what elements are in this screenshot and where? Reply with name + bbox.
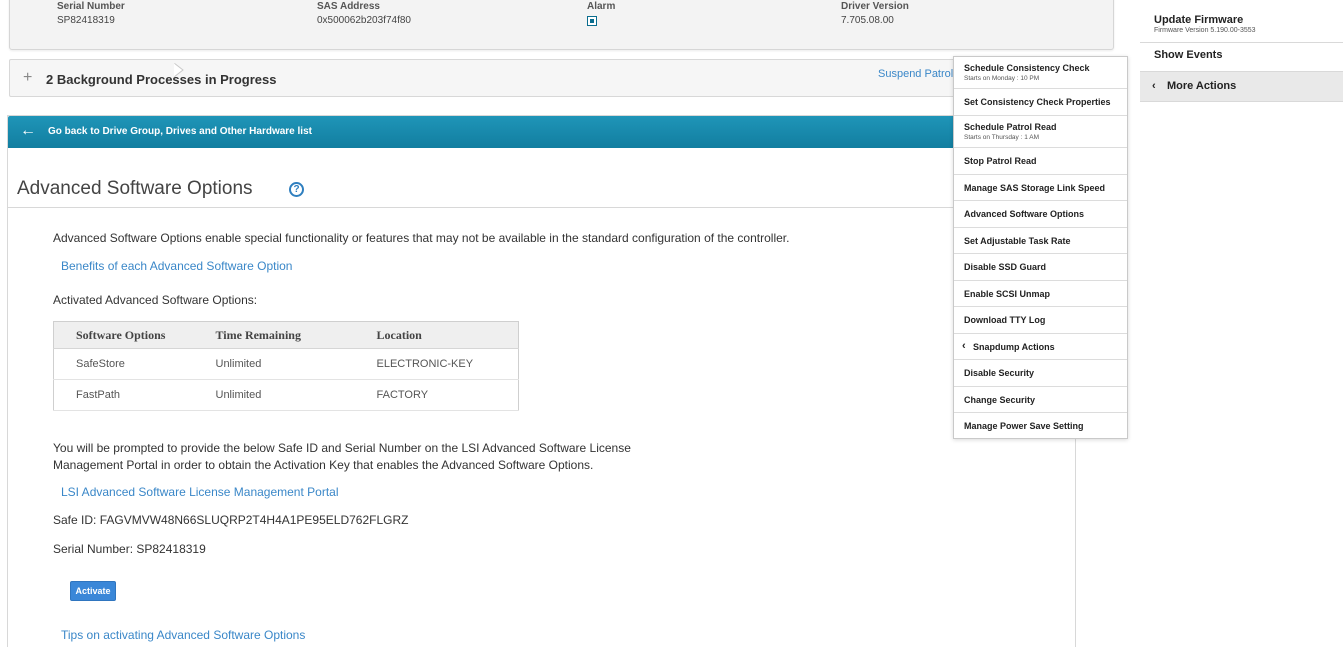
right-action-sidebar: Update Firmware Firmware Version 5.190.0…	[1140, 0, 1343, 102]
menu-item-label[interactable]: Schedule Consistency Check	[964, 63, 1090, 73]
table-cell-location: FACTORY	[363, 379, 519, 411]
menu-item-snapdump-actions[interactable]: ‹ Snapdump Actions	[954, 334, 1127, 360]
driver-version-field: Driver Version 7.705.08.00	[841, 1, 909, 27]
help-icon[interactable]: ?	[289, 182, 304, 197]
update-firmware-label[interactable]: Update Firmware	[1154, 14, 1243, 26]
menu-item-change-security[interactable]: Change Security	[954, 387, 1127, 413]
serial-number-field: Serial Number SP82418319	[57, 1, 125, 27]
serial-number-value: SP82418319	[57, 15, 115, 26]
safe-id-text: Safe ID: FAGVMVW48N66SLUQRP2T4H4A1PE95EL…	[53, 513, 409, 527]
menu-item-label[interactable]: Manage SAS Storage Link Speed	[964, 183, 1105, 193]
driver-version-label: Driver Version	[841, 1, 909, 12]
menu-item-manage-sas-link-speed[interactable]: Manage SAS Storage Link Speed	[954, 175, 1127, 201]
menu-item-schedule-patrol-read[interactable]: Schedule Patrol Read Starts on Thursday …	[954, 116, 1127, 148]
serial-number-label: Serial Number	[57, 1, 125, 12]
benefits-link[interactable]: Benefits of each Advanced Software Optio…	[61, 259, 292, 273]
expand-plus-icon[interactable]: +	[23, 69, 32, 87]
show-events-item[interactable]: Show Events	[1140, 43, 1343, 72]
update-firmware-item[interactable]: Update Firmware Firmware Version 5.190.0…	[1140, 0, 1343, 43]
more-actions-item[interactable]: ‹ More Actions	[1140, 72, 1343, 102]
chevron-left-icon: ‹	[1152, 80, 1156, 92]
alarm-label: Alarm	[587, 1, 616, 12]
menu-item-label[interactable]: Manage Power Save Setting	[964, 421, 1084, 431]
license-portal-link[interactable]: LSI Advanced Software License Management…	[61, 485, 339, 499]
back-link[interactable]: Go back to Drive Group, Drives and Other…	[48, 126, 312, 137]
serial-number-text: Serial Number: SP82418319	[53, 542, 206, 556]
back-arrow-icon[interactable]: ←	[20, 122, 36, 140]
menu-item-label[interactable]: Snapdump Actions	[973, 342, 1055, 352]
suspend-patrol-link[interactable]: Suspend Patrol	[878, 68, 953, 80]
page-title: Advanced Software Options	[17, 178, 253, 199]
menu-item-sublabel: Starts on Monday : 10 PM	[964, 75, 1040, 82]
alarm-field: Alarm	[587, 1, 615, 29]
menu-item-set-adjustable-task-rate[interactable]: Set Adjustable Task Rate	[954, 228, 1127, 254]
background-processes-title[interactable]: 2 Background Processes in Progress	[46, 72, 276, 87]
prompt-text-line2: Management Portal in order to obtain the…	[53, 458, 594, 472]
advanced-software-options-panel: ← Go back to Drive Group, Drives and Oth…	[7, 115, 1076, 647]
menu-item-sublabel: Starts on Thursday : 1 AM	[964, 134, 1040, 141]
table-cell-time: Unlimited	[193, 348, 364, 380]
menu-item-disable-security[interactable]: Disable Security	[954, 360, 1127, 387]
sas-address-field: SAS Address 0x500062b203f74f80	[317, 1, 411, 27]
menu-item-label[interactable]: Set Adjustable Task Rate	[964, 236, 1071, 246]
menu-item-disable-ssd-guard[interactable]: Disable SSD Guard	[954, 254, 1127, 281]
menu-item-label[interactable]: Enable SCSI Unmap	[964, 289, 1050, 299]
menu-item-label[interactable]: Set Consistency Check Properties	[964, 97, 1111, 107]
menu-item-set-consistency-check-properties[interactable]: Set Consistency Check Properties	[954, 89, 1127, 116]
activated-options-heading: Activated Advanced Software Options:	[53, 293, 258, 307]
column-header-time-remaining[interactable]: Time Remaining	[193, 321, 364, 349]
menu-item-label[interactable]: Change Security	[964, 395, 1035, 405]
table-header-row: Software Options Time Remaining Location	[53, 321, 519, 349]
dropdown-pointer-icon	[174, 63, 184, 77]
activate-button[interactable]: Activate	[70, 581, 116, 601]
column-header-software-options[interactable]: Software Options	[53, 321, 194, 349]
driver-version-value: 7.705.08.00	[841, 15, 894, 26]
back-navigation-bar[interactable]: ← Go back to Drive Group, Drives and Oth…	[8, 116, 1075, 148]
intro-text: Advanced Software Options enable special…	[53, 231, 790, 245]
menu-item-download-tty-log[interactable]: Download TTY Log	[954, 307, 1127, 334]
table-cell-location: ELECTRONIC-KEY	[363, 348, 519, 380]
menu-item-label[interactable]: Disable SSD Guard	[964, 262, 1046, 272]
firmware-version-text: Firmware Version 5.190.00-3553	[1154, 27, 1256, 34]
tips-link[interactable]: Tips on activating Advanced Software Opt…	[61, 628, 305, 642]
table-cell-time: Unlimited	[193, 379, 364, 411]
alarm-status-icon	[587, 16, 597, 26]
show-events-label[interactable]: Show Events	[1154, 49, 1222, 61]
menu-item-stop-patrol-read[interactable]: Stop Patrol Read	[954, 148, 1127, 175]
sas-address-label: SAS Address	[317, 1, 380, 12]
prompt-text-line1: You will be prompted to provide the belo…	[53, 441, 631, 455]
table-cell-option: SafeStore	[53, 348, 194, 380]
table-cell-option: FastPath	[53, 379, 194, 411]
menu-item-label[interactable]: Stop Patrol Read	[964, 156, 1037, 166]
chevron-left-icon: ‹	[962, 340, 966, 352]
table-row: SafeStore Unlimited ELECTRONIC-KEY	[53, 348, 519, 380]
more-actions-dropdown: Schedule Consistency Check Starts on Mon…	[953, 56, 1128, 439]
menu-item-enable-scsi-unmap[interactable]: Enable SCSI Unmap	[954, 281, 1127, 307]
menu-item-label[interactable]: Advanced Software Options	[964, 209, 1084, 219]
menu-item-schedule-consistency-check[interactable]: Schedule Consistency Check Starts on Mon…	[954, 57, 1127, 89]
divider	[8, 207, 1075, 208]
menu-item-label[interactable]: Schedule Patrol Read	[964, 122, 1057, 132]
menu-item-label[interactable]: Download TTY Log	[964, 315, 1045, 325]
sas-address-value: 0x500062b203f74f80	[317, 15, 411, 26]
menu-item-advanced-software-options[interactable]: Advanced Software Options	[954, 201, 1127, 228]
column-header-location[interactable]: Location	[363, 321, 519, 349]
controller-info-card: Serial Number SP82418319 SAS Address 0x5…	[9, 0, 1114, 50]
more-actions-label[interactable]: More Actions	[1167, 80, 1236, 92]
menu-item-label[interactable]: Disable Security	[964, 368, 1034, 378]
table-row: FastPath Unlimited FACTORY	[53, 379, 519, 411]
activated-options-table: Software Options Time Remaining Location…	[53, 321, 519, 411]
menu-item-manage-power-save[interactable]: Manage Power Save Setting	[954, 413, 1127, 439]
